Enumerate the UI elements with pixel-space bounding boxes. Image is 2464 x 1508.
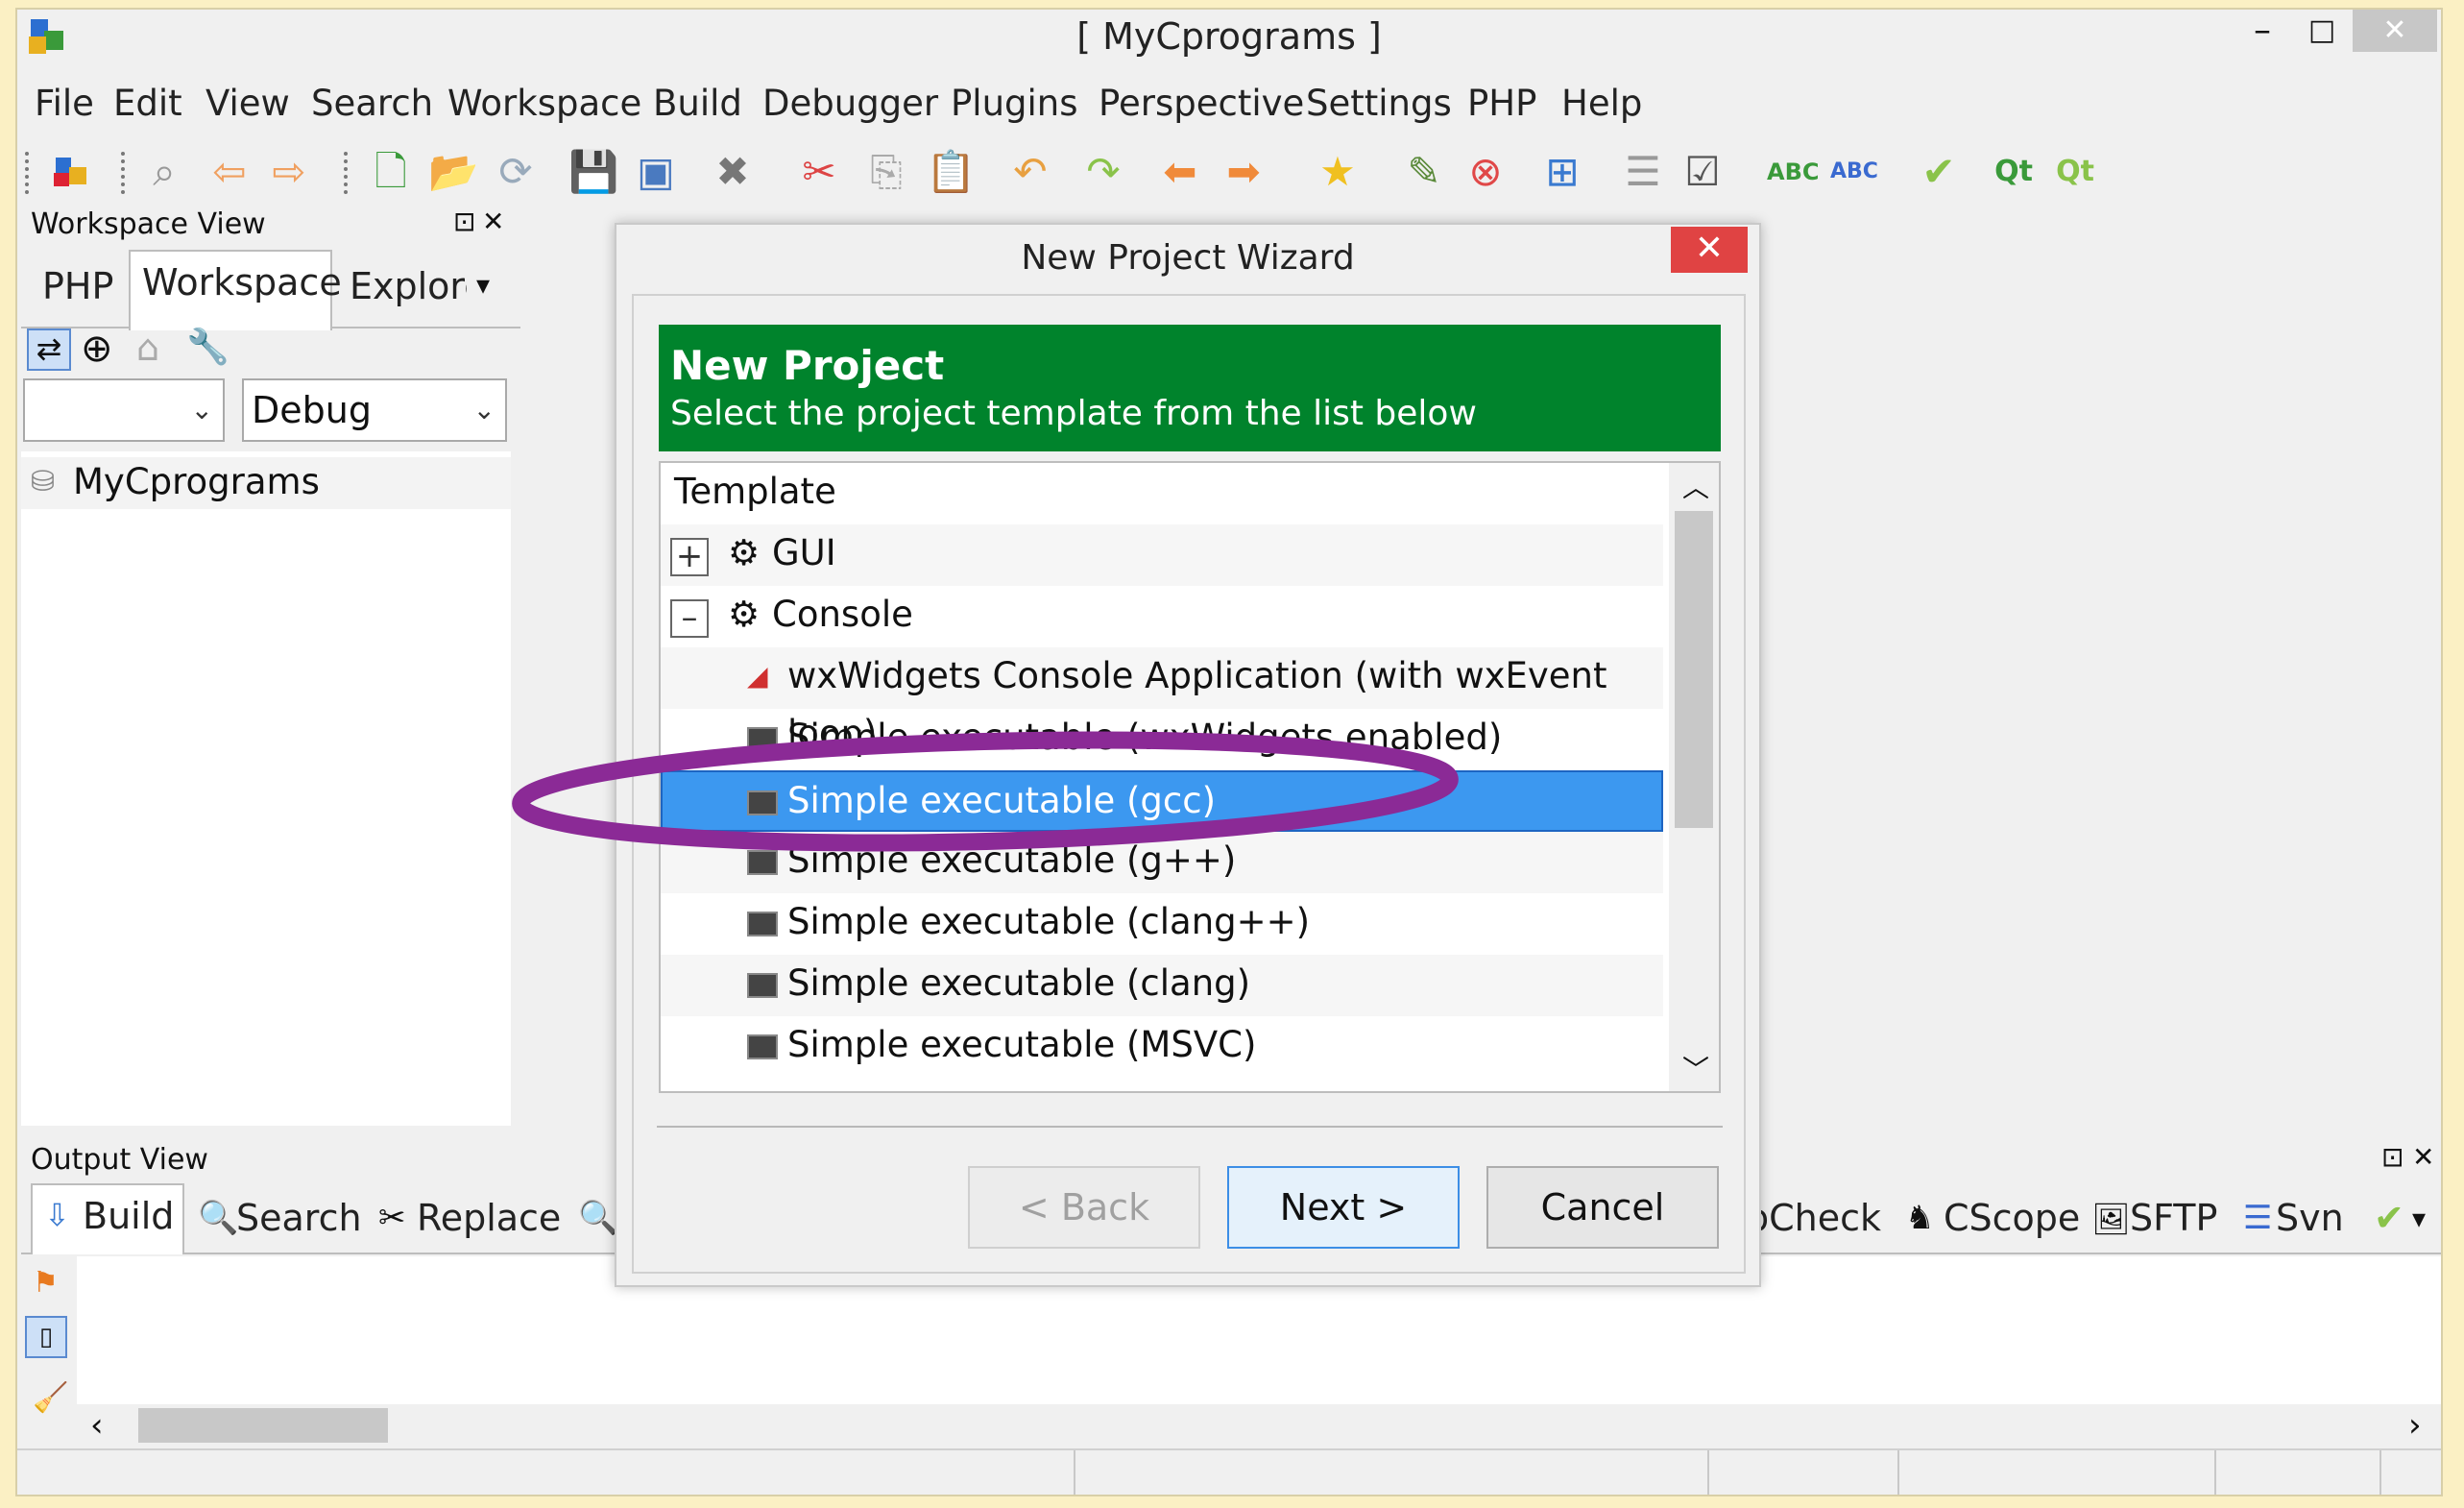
codelite-window: [ MyCprograms ] – □ ✕ File Edit View Sea… <box>15 8 2443 1496</box>
annotation-ellipse <box>512 731 1459 852</box>
